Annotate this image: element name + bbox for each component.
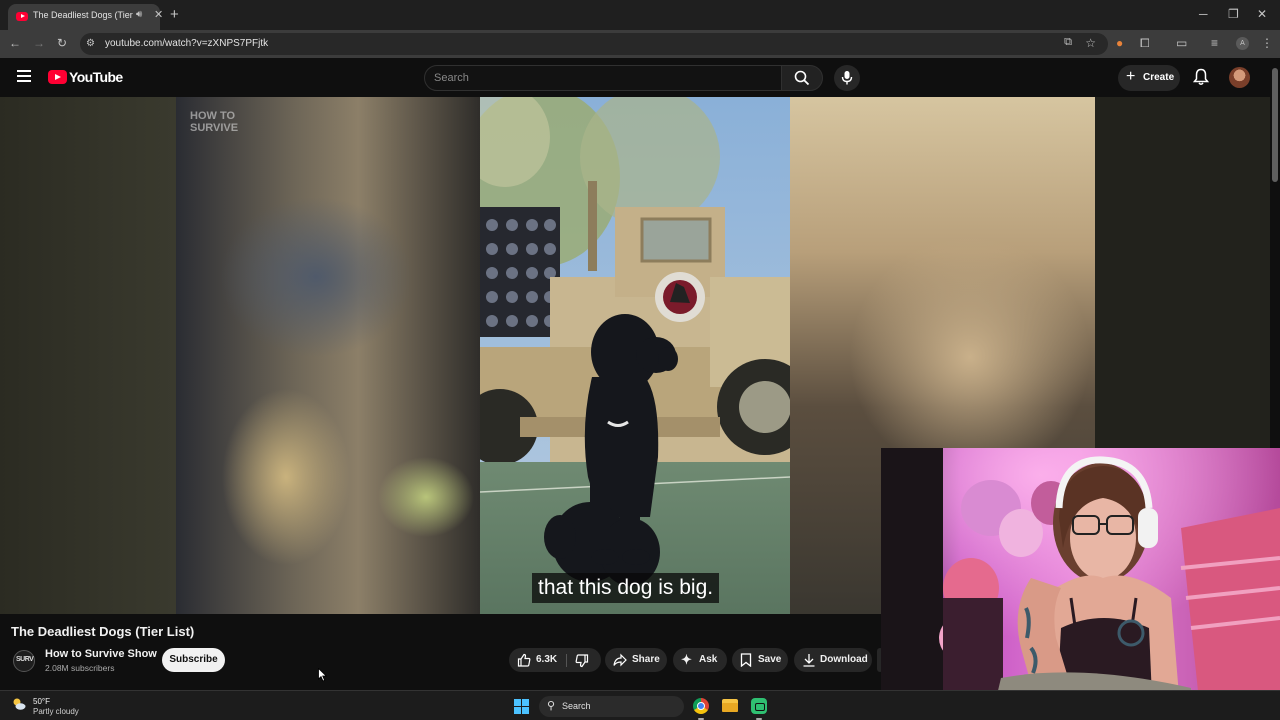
like-button[interactable]: 6.3K (509, 648, 566, 672)
minimize-button[interactable]: ─ (1199, 7, 1208, 21)
save-label: Save (758, 654, 782, 665)
webcam-feed (881, 448, 1280, 720)
browser-tab[interactable]: The Deadliest Dogs (Tier List) 🔊︎ ✕ (8, 4, 163, 30)
bookmark-icon (740, 653, 752, 667)
search-input[interactable] (434, 70, 764, 86)
download-button[interactable]: Download (794, 648, 872, 672)
taskbar-search[interactable]: ⚲ Search (539, 696, 684, 717)
profile-avatar[interactable]: A (1236, 37, 1249, 50)
taskbar-search-label: Search (562, 701, 591, 711)
watermark-line1: HOW TO (190, 110, 236, 122)
create-label: Create (1143, 72, 1175, 83)
site-info-icon[interactable]: ⚙︎ (86, 38, 95, 49)
thumbs-up-icon (517, 653, 531, 667)
bell-icon[interactable] (1193, 68, 1209, 86)
download-label: Download (820, 654, 868, 665)
search-icon (794, 70, 810, 86)
share-icon (613, 653, 627, 667)
download-icon (803, 654, 815, 667)
account-avatar[interactable] (1229, 67, 1250, 88)
weather-temperature[interactable]: 50°F (33, 697, 50, 706)
channel-name[interactable]: How to Survive Show (45, 648, 157, 660)
new-tab-button[interactable]: + (170, 6, 179, 23)
maximize-button[interactable]: ❐ (1228, 7, 1239, 21)
search-box[interactable] (424, 65, 782, 91)
webcam-overlay (881, 448, 1280, 720)
forward-arrow-icon[interactable]: → (33, 36, 45, 50)
close-icon[interactable]: ✕ (154, 8, 163, 21)
browser-tab-strip: The Deadliest Dogs (Tier List) 🔊︎ ✕ + ─ … (0, 0, 1280, 30)
chrome-icon[interactable] (693, 698, 709, 714)
menu-icon[interactable] (17, 70, 31, 82)
browser-menu-icon[interactable]: ⋮ (1261, 36, 1273, 50)
like-count: 6.3K (536, 654, 558, 665)
windows-taskbar: 50°F Partly cloudy ⚲ Search (0, 690, 1280, 720)
window-close-button[interactable]: ✕ (1257, 7, 1267, 21)
star-icon[interactable]: ☆ (1085, 36, 1096, 50)
blurred-background-left (176, 97, 480, 614)
extensions-puzzle-icon[interactable]: ⧠ (1140, 36, 1150, 51)
address-bar[interactable]: ⚙︎ youtube.com/watch?v=zXNPS7PFjtk ⧉ ☆ (80, 33, 1108, 55)
side-panel-icon[interactable]: ▭ (1176, 36, 1187, 50)
scrollbar-thumb[interactable] (1272, 68, 1278, 182)
watermark-line2: SURVIVE (190, 122, 239, 134)
youtube-logo-icon[interactable] (48, 70, 67, 84)
url-text[interactable]: youtube.com/watch?v=zXNPS7PFjtk (105, 38, 268, 49)
ask-button[interactable]: ✦ Ask (673, 648, 727, 672)
channel-avatar-text: SURV (16, 656, 34, 663)
video-scene (480, 97, 790, 614)
like-dislike-group: 6.3K (509, 648, 601, 672)
speaker-icon[interactable]: 🔊︎ (136, 9, 142, 20)
voice-search-button[interactable] (834, 65, 860, 91)
youtube-favicon (16, 12, 28, 21)
youtube-header: YouTube + Create (0, 58, 1270, 97)
ask-sparkle-icon: ✦ (681, 652, 692, 667)
channel-watermark: HOW TO SURVIVE (190, 110, 238, 134)
thumbs-down-icon (575, 654, 589, 668)
search-icon: ⚲ (547, 700, 556, 712)
ask-label: Ask (699, 654, 718, 665)
subscriber-count: 2.08M subscribers (45, 663, 115, 673)
video-caption: that this dog is big. (532, 573, 720, 603)
file-explorer-icon[interactable] (722, 699, 738, 712)
create-button[interactable]: + Create (1118, 65, 1180, 91)
browser-toolbar: ← → ↻ ⚙︎ youtube.com/watch?v=zXNPS7PFjtk… (0, 30, 1280, 58)
like-divider (566, 654, 567, 667)
mouse-cursor-icon (318, 668, 328, 682)
player-letterbox-left (0, 97, 176, 614)
share-label: Share (632, 654, 660, 665)
windows-start-icon[interactable] (514, 699, 529, 714)
media-controls-icon[interactable]: ≡ (1211, 36, 1218, 50)
search-button[interactable] (781, 65, 823, 91)
weather-condition[interactable]: Partly cloudy (33, 707, 79, 716)
extension-icon[interactable]: ● (1116, 36, 1123, 50)
mic-icon (841, 71, 853, 85)
subscribe-button[interactable]: Subscribe (162, 648, 225, 672)
dislike-button[interactable] (568, 648, 601, 672)
video-title: The Deadliest Dogs (Tier List) (11, 624, 195, 639)
plus-icon: + (1126, 68, 1136, 85)
reload-icon[interactable]: ↻ (57, 36, 67, 50)
weather-icon[interactable] (12, 697, 26, 711)
youtube-logo-text[interactable]: YouTube (69, 69, 123, 85)
share-button[interactable]: Share (605, 648, 667, 672)
tab-title: The Deadliest Dogs (Tier List) (33, 10, 133, 20)
cast-icon[interactable]: ⧉ (1064, 36, 1072, 49)
app-icon[interactable] (751, 698, 767, 714)
back-arrow-icon[interactable]: ← (9, 36, 21, 50)
save-button[interactable]: Save (732, 648, 788, 672)
video-frame[interactable] (480, 97, 790, 614)
channel-avatar[interactable]: SURV (13, 650, 35, 672)
